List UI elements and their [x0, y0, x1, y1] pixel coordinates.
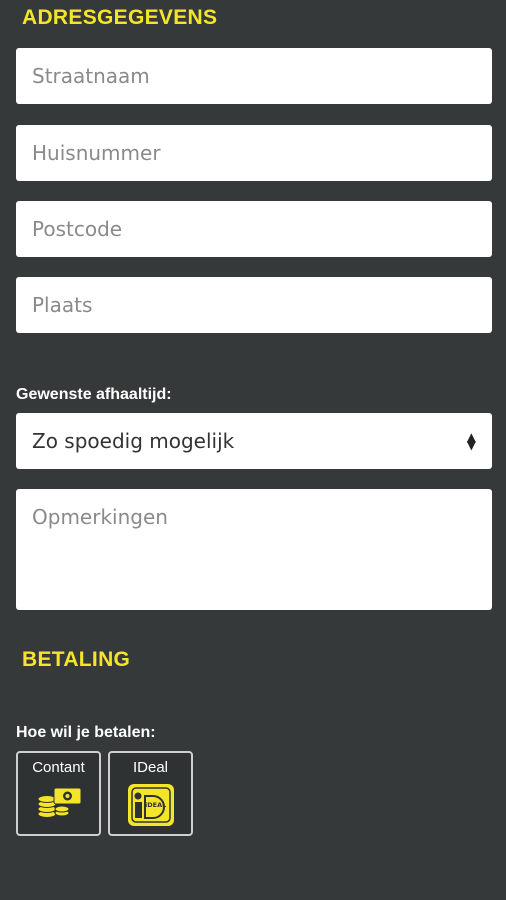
pickup-time-select[interactable]: Zo spoedig mogelijk ▲ ▼	[16, 413, 492, 469]
pickup-time-label: Gewenste afhaaltijd:	[16, 386, 172, 403]
postcode-input[interactable]: Postcode	[16, 201, 492, 257]
ideal-payment-label: IDeal	[132, 759, 169, 776]
street-input[interactable]: Straatnaam	[16, 48, 492, 104]
postcode-placeholder: Postcode	[32, 217, 123, 241]
ideal-logo-text: iDEAL	[145, 801, 166, 809]
city-placeholder: Plaats	[32, 293, 93, 317]
house-number-placeholder: Huisnummer	[32, 141, 161, 165]
city-input[interactable]: Plaats	[16, 277, 492, 333]
remarks-textarea[interactable]: Opmerkingen	[16, 489, 492, 610]
payment-method-label: Hoe wil je betalen:	[16, 724, 156, 741]
cash-icon	[37, 787, 81, 818]
ideal-icon: iDEAL	[127, 784, 174, 826]
street-placeholder: Straatnaam	[32, 64, 150, 88]
select-arrows-icon: ▲ ▼	[466, 430, 476, 452]
cash-payment-label: Contant	[32, 759, 85, 776]
cash-payment-button[interactable]: Contant	[16, 751, 101, 836]
payment-section-title: BETALING	[22, 648, 131, 671]
ideal-payment-button[interactable]: IDeal iDEAL	[108, 751, 193, 836]
house-number-input[interactable]: Huisnummer	[16, 125, 492, 181]
remarks-placeholder: Opmerkingen	[32, 505, 168, 529]
address-section-title: ADRESGEGEVENS	[22, 6, 218, 29]
pickup-time-value: Zo spoedig mogelijk	[32, 429, 235, 453]
